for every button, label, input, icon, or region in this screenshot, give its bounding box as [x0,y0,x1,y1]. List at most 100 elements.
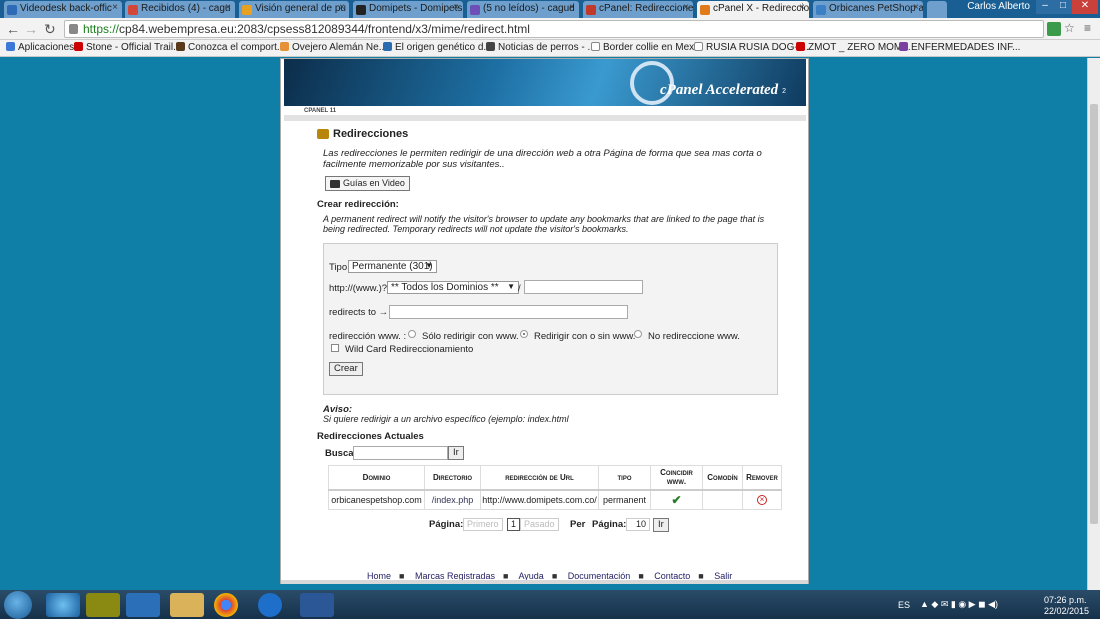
column-header[interactable]: Comodín [702,465,743,490]
redirect-target-input[interactable] [389,305,628,319]
fireworks-icon[interactable] [86,593,120,617]
browser-tab[interactable]: Recibidos (4) - cagu × [125,1,235,18]
dropdown-arrow-icon: ▼ [507,282,515,291]
path-input[interactable] [524,280,643,294]
menu-icon[interactable]: ≡ [1084,21,1091,35]
ie-icon[interactable] [46,593,80,617]
extension-icon[interactable] [1047,22,1061,36]
browser-tab[interactable]: cPanel: Redireccione × [583,1,693,18]
browser-tab-active[interactable]: cPanel X - Redireccio × [697,1,809,18]
apps-grid-icon [6,42,15,51]
minimize-icon[interactable]: – [1036,0,1054,14]
per-page-input[interactable]: 10 [626,518,650,531]
domain-select[interactable]: ** Todos los Dominios ** ▼ [387,281,519,294]
directory-cell[interactable]: /index.php [424,489,481,510]
tab-strip: Videodesk back-offic × Recibidos (4) - ca… [0,0,1100,18]
gmail-icon [128,5,138,15]
page-scrollbar[interactable] [1087,58,1100,590]
column-header[interactable]: Remover [742,465,782,490]
create-redirect-form: Tipo Permanente (301) ▼ http://(www.)? **… [323,243,778,395]
bookmark-item[interactable]: El origen genético d... [383,42,492,53]
clock-date[interactable]: 22/02/2015 [1044,606,1089,616]
maximize-icon[interactable]: □ [1054,0,1072,14]
first-page-button[interactable]: Primero [463,518,503,531]
chrome-icon[interactable] [214,593,238,617]
bookmark-item[interactable]: Ovejero Alemán Ne... [280,42,387,53]
tab-favicon-icon [816,5,826,15]
browser-tab[interactable]: Domipets - Domipets × [353,1,463,18]
bookmark-item[interactable]: RUSIA RUSIA DOG-r... [694,42,809,53]
close-icon[interactable]: × [683,2,689,13]
radio-with-or-without-www[interactable] [520,330,528,338]
bookmark-favicon-icon [280,42,289,51]
wildcard-checkbox[interactable] [331,344,339,352]
reload-icon[interactable]: ↻ [44,21,56,38]
wildcard-label: Wild Card Redireccionamiento [345,344,474,355]
bookmark-apps[interactable]: Aplicaciones [6,42,74,53]
star-icon[interactable]: ☆ [1064,21,1075,35]
divider [284,115,806,121]
create-button[interactable]: Crear [329,362,363,376]
column-header[interactable]: Directorio [424,465,481,490]
bookmark-item[interactable]: ENFERMEDADES INF... [899,42,1020,53]
column-header[interactable]: tipo [598,465,651,490]
www-redirect-label: redirección www. : [329,331,407,342]
radio-no-www[interactable] [634,330,642,338]
back-arrow-icon[interactable]: ← [6,21,20,37]
match-www-cell: ✔ [650,489,703,510]
intro-text: Las redirecciones le permiten redirigir … [323,148,762,170]
domain-cell: orbicanespetshop.com [328,489,425,510]
bookmark-item[interactable]: ZMOT _ ZERO MOM... [796,42,911,53]
column-header[interactable]: redirección de Url [480,465,599,490]
radio-label: Redirigir con o sin www. [534,331,636,342]
close-icon[interactable]: × [339,2,345,13]
bookmark-favicon-icon [383,42,392,51]
cpanel-icon [700,5,710,15]
bookmark-favicon-icon [486,42,495,51]
language-indicator[interactable]: ES [898,600,910,610]
current-page-indicator[interactable]: 1 [507,518,521,531]
media-player-icon[interactable] [126,593,160,617]
scrollbar-thumb[interactable] [1090,104,1098,524]
close-icon[interactable]: × [453,2,459,13]
start-button[interactable] [4,591,32,619]
search-go-button[interactable]: Ir [448,446,464,460]
search-input[interactable] [353,446,448,460]
window-close-icon[interactable]: ✕ [1072,0,1098,14]
wildcard-cell [702,489,743,510]
browser-tab[interactable]: (5 no leídos) - cagud × [467,1,579,18]
clock-time[interactable]: 07:26 p.m. [1044,595,1087,605]
word-icon[interactable] [300,593,334,617]
bookmark-item[interactable]: Noticias de perros - ... [486,42,596,53]
close-icon[interactable]: × [569,2,575,13]
new-tab-button[interactable] [927,1,947,18]
address-bar[interactable]: https://cp84.webempresa.eu:2083/cpsess81… [64,20,1044,38]
page-icon [591,42,600,51]
page-viewport: cPanel Accelerated 2 CPANEL 11 Redirecci… [0,58,1100,590]
bookmark-item[interactable]: Border collie en Mex... [591,42,703,53]
close-icon[interactable]: × [225,2,231,13]
forward-arrow-icon[interactable]: → [24,21,38,37]
per-page-go-button[interactable]: Ir [653,518,669,532]
notice-text: Si quiere redirigir a un archivo específ… [323,414,569,424]
tray-icons[interactable]: ▲ ◆ ✉ ▮ ◉ ▶ ◼ ◀) [920,599,998,610]
bookmark-item[interactable]: Stone - Official Trail... [74,42,181,53]
column-header[interactable]: Dominio [328,465,425,490]
radio-only-www[interactable] [408,330,416,338]
file-explorer-icon[interactable] [170,593,204,617]
browser-tab[interactable]: Videodesk back-offic × [4,1,122,18]
browser-tab[interactable]: Orbicanes PetShop a × [813,1,923,18]
profile-name[interactable]: Carlos Alberto [967,1,1030,12]
close-icon[interactable]: × [799,2,805,13]
yahoo-mail-icon [470,5,480,15]
last-page-button[interactable]: Pasado [520,518,559,531]
close-icon[interactable]: × [913,2,919,13]
browser-tab[interactable]: Visión general de pu × [239,1,349,18]
close-icon[interactable]: × [112,2,118,13]
bookmark-item[interactable]: Conozca el comport... [176,42,285,53]
video-guides-button[interactable]: Guías en Video [325,176,410,191]
column-header[interactable]: Coincidir www. [650,465,703,490]
remove-icon[interactable]: × [757,495,767,506]
teamviewer-icon[interactable] [258,593,282,617]
type-select[interactable]: Permanente (301) ▼ [348,260,437,273]
